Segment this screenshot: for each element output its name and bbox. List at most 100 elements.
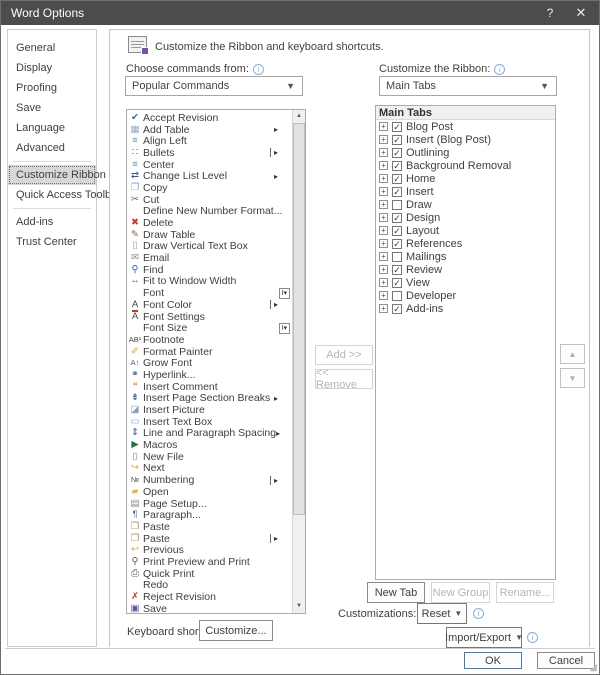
command-item[interactable]: ↔Fit to Window Width	[127, 276, 292, 288]
scroll-up-icon[interactable]: ▲	[293, 110, 305, 123]
ribbon-tab-item[interactable]: +✓Add-ins	[376, 302, 555, 315]
ribbon-tab-item[interactable]: +✓Insert (Blog Post)	[376, 133, 555, 146]
checkbox[interactable]: ✓	[392, 122, 402, 132]
info-icon[interactable]: i	[253, 64, 264, 75]
command-item[interactable]: ↩Previous	[127, 544, 292, 556]
checkbox[interactable]: ✓	[392, 161, 402, 171]
command-item[interactable]: ▦Add Table▸	[127, 124, 292, 136]
checkbox[interactable]: ✓	[392, 187, 402, 197]
command-item[interactable]: ≡Center	[127, 159, 292, 171]
command-item[interactable]: ¶Paragraph...	[127, 509, 292, 521]
checkbox[interactable]: ✓	[392, 278, 402, 288]
checkbox[interactable]	[392, 291, 402, 301]
expand-icon[interactable]: +	[379, 226, 388, 235]
command-item[interactable]: ≡Align Left	[127, 135, 292, 147]
command-item[interactable]: FontI▾	[127, 287, 292, 299]
checkbox[interactable]: ✓	[392, 135, 402, 145]
command-item[interactable]: ∷Bullets▸	[127, 147, 292, 159]
reset-button[interactable]: Reset▼	[417, 603, 467, 624]
ok-button[interactable]: OK	[464, 652, 522, 669]
remove-button[interactable]: << Remove	[315, 369, 373, 389]
command-item[interactable]: ✂Cut	[127, 194, 292, 206]
checkbox[interactable]	[392, 252, 402, 262]
scroll-down-icon[interactable]: ▼	[293, 600, 305, 613]
command-item[interactable]: ▣Save	[127, 603, 292, 613]
command-item[interactable]: Font SizeI▾	[127, 322, 292, 334]
sidebar-item-save[interactable]: Save	[8, 98, 96, 118]
customize-ribbon-select[interactable]: Main Tabs ▼	[379, 76, 557, 96]
command-item[interactable]: ▤Page Setup...	[127, 498, 292, 510]
ribbon-tab-item[interactable]: +Developer	[376, 289, 555, 302]
command-item[interactable]: ✗Reject Revision	[127, 591, 292, 603]
checkbox[interactable]: ✓	[392, 213, 402, 223]
sidebar-item-customize-ribbon[interactable]: Customize Ribbon	[8, 165, 96, 185]
checkbox[interactable]: ✓	[392, 239, 402, 249]
expand-icon[interactable]: +	[379, 161, 388, 170]
command-item[interactable]: AFont Settings	[127, 311, 292, 323]
command-item[interactable]: ✎Draw Table	[127, 229, 292, 241]
checkbox[interactable]: ✓	[392, 174, 402, 184]
command-item[interactable]: ⇟Insert Page Section Breaks▸	[127, 393, 292, 405]
command-item[interactable]: №Numbering▸	[127, 474, 292, 486]
expand-icon[interactable]: +	[379, 291, 388, 300]
command-item[interactable]: ✖Delete	[127, 217, 292, 229]
command-item[interactable]: ❒Paste	[127, 521, 292, 533]
expand-icon[interactable]: +	[379, 122, 388, 131]
move-up-button[interactable]: ▲	[560, 344, 585, 364]
sidebar-item-advanced[interactable]: Advanced	[8, 138, 96, 158]
command-item[interactable]: ❒Paste▸	[127, 533, 292, 545]
command-item[interactable]: AFont Color▸	[127, 299, 292, 311]
choose-commands-select[interactable]: Popular Commands ▼	[125, 76, 303, 96]
sidebar-item-quick-access-toolbar[interactable]: Quick Access Toolbar	[8, 185, 96, 205]
expand-icon[interactable]: +	[379, 174, 388, 183]
command-item[interactable]: ❐Copy	[127, 182, 292, 194]
scrollbar-thumb[interactable]	[293, 123, 305, 515]
sidebar-item-trust-center[interactable]: Trust Center	[8, 232, 96, 252]
command-item[interactable]: ✔Accept Revision	[127, 112, 292, 124]
command-item[interactable]: Define New Number Format...	[127, 206, 292, 218]
scrollbar[interactable]: ▲ ▼	[292, 110, 305, 613]
move-down-button[interactable]: ▼	[560, 368, 585, 388]
sidebar-item-language[interactable]: Language	[8, 118, 96, 138]
command-item[interactable]: ▶Macros	[127, 439, 292, 451]
import-export-button[interactable]: Import/Export▼	[446, 627, 522, 648]
command-item[interactable]: ✐Format Painter	[127, 346, 292, 358]
ribbon-tab-item[interactable]: +✓Insert	[376, 185, 555, 198]
sidebar-item-display[interactable]: Display	[8, 58, 96, 78]
expand-icon[interactable]: +	[379, 200, 388, 209]
command-item[interactable]: ✉Email	[127, 252, 292, 264]
rename-button[interactable]: Rename...	[496, 582, 554, 603]
add-button[interactable]: Add >>	[315, 345, 373, 365]
expand-icon[interactable]: +	[379, 213, 388, 222]
checkbox[interactable]	[392, 200, 402, 210]
keyboard-customize-button[interactable]: Customize...	[199, 620, 273, 641]
checkbox[interactable]: ✓	[392, 226, 402, 236]
help-icon[interactable]: ?	[534, 1, 566, 25]
command-item[interactable]: ▭Insert Text Box	[127, 416, 292, 428]
ribbon-tab-item[interactable]: +✓Background Removal	[376, 159, 555, 172]
resize-grip[interactable]: ◢	[589, 663, 597, 673]
command-item[interactable]: ⚭Hyperlink...	[127, 369, 292, 381]
info-icon[interactable]: i	[527, 632, 538, 643]
checkbox[interactable]: ✓	[392, 265, 402, 275]
close-icon[interactable]: ✕	[565, 1, 597, 25]
command-item[interactable]: ◪Insert Picture	[127, 404, 292, 416]
command-item[interactable]: A↑Grow Font	[127, 357, 292, 369]
expand-icon[interactable]: +	[379, 278, 388, 287]
sidebar-item-proofing[interactable]: Proofing	[8, 78, 96, 98]
command-item[interactable]: ⚲Print Preview and Print	[127, 556, 292, 568]
command-item[interactable]: ⚲Find	[127, 264, 292, 276]
command-item[interactable]: ⇕Line and Paragraph Spacing▸	[127, 428, 292, 440]
new-group-button[interactable]: New Group	[431, 582, 490, 603]
ribbon-tab-item[interactable]: +✓Outlining	[376, 146, 555, 159]
expand-icon[interactable]: +	[379, 135, 388, 144]
ribbon-tab-item[interactable]: +Draw	[376, 198, 555, 211]
command-item[interactable]: ⇄Change List Level▸	[127, 170, 292, 182]
command-item[interactable]: ⎙Quick Print	[127, 568, 292, 580]
command-item[interactable]: ↪Next	[127, 463, 292, 475]
sidebar-item-add-ins[interactable]: Add-ins	[8, 212, 96, 232]
checkbox[interactable]: ✓	[392, 148, 402, 158]
cancel-button[interactable]: Cancel	[537, 652, 595, 669]
ribbon-tab-item[interactable]: +✓Home	[376, 172, 555, 185]
expand-icon[interactable]: +	[379, 239, 388, 248]
